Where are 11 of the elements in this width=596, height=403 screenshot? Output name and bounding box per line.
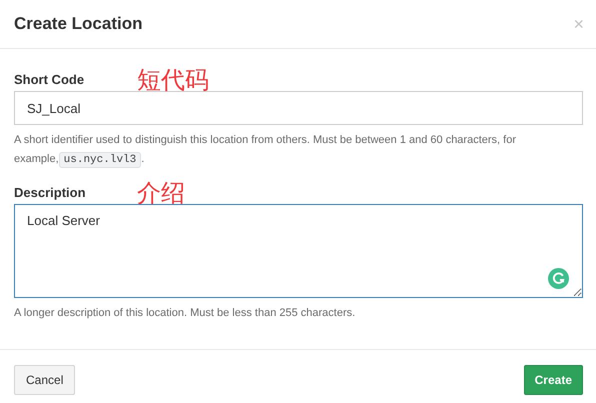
- description-field[interactable]: Local Server: [14, 204, 583, 298]
- field-label: Short Code: [14, 72, 84, 89]
- cancel-button[interactable]: Cancel: [14, 365, 76, 395]
- short-code-field[interactable]: SJ_Local: [14, 91, 583, 125]
- annotation-text: 短代码: [137, 69, 209, 93]
- field-label: Description: [14, 185, 86, 202]
- help-text: A short identifier used to distinguish this location from others. Must be between 1 and 60 characters, for example, us.nyc.lvl3 .: [14, 133, 517, 170]
- dialog-title: Create Location: [14, 14, 142, 34]
- annotation-text: 介绍: [137, 182, 185, 206]
- help-text: A longer description of this location. Must be less than 255 characters.: [14, 306, 356, 321]
- grammar-assistant-icon[interactable]: [548, 268, 569, 289]
